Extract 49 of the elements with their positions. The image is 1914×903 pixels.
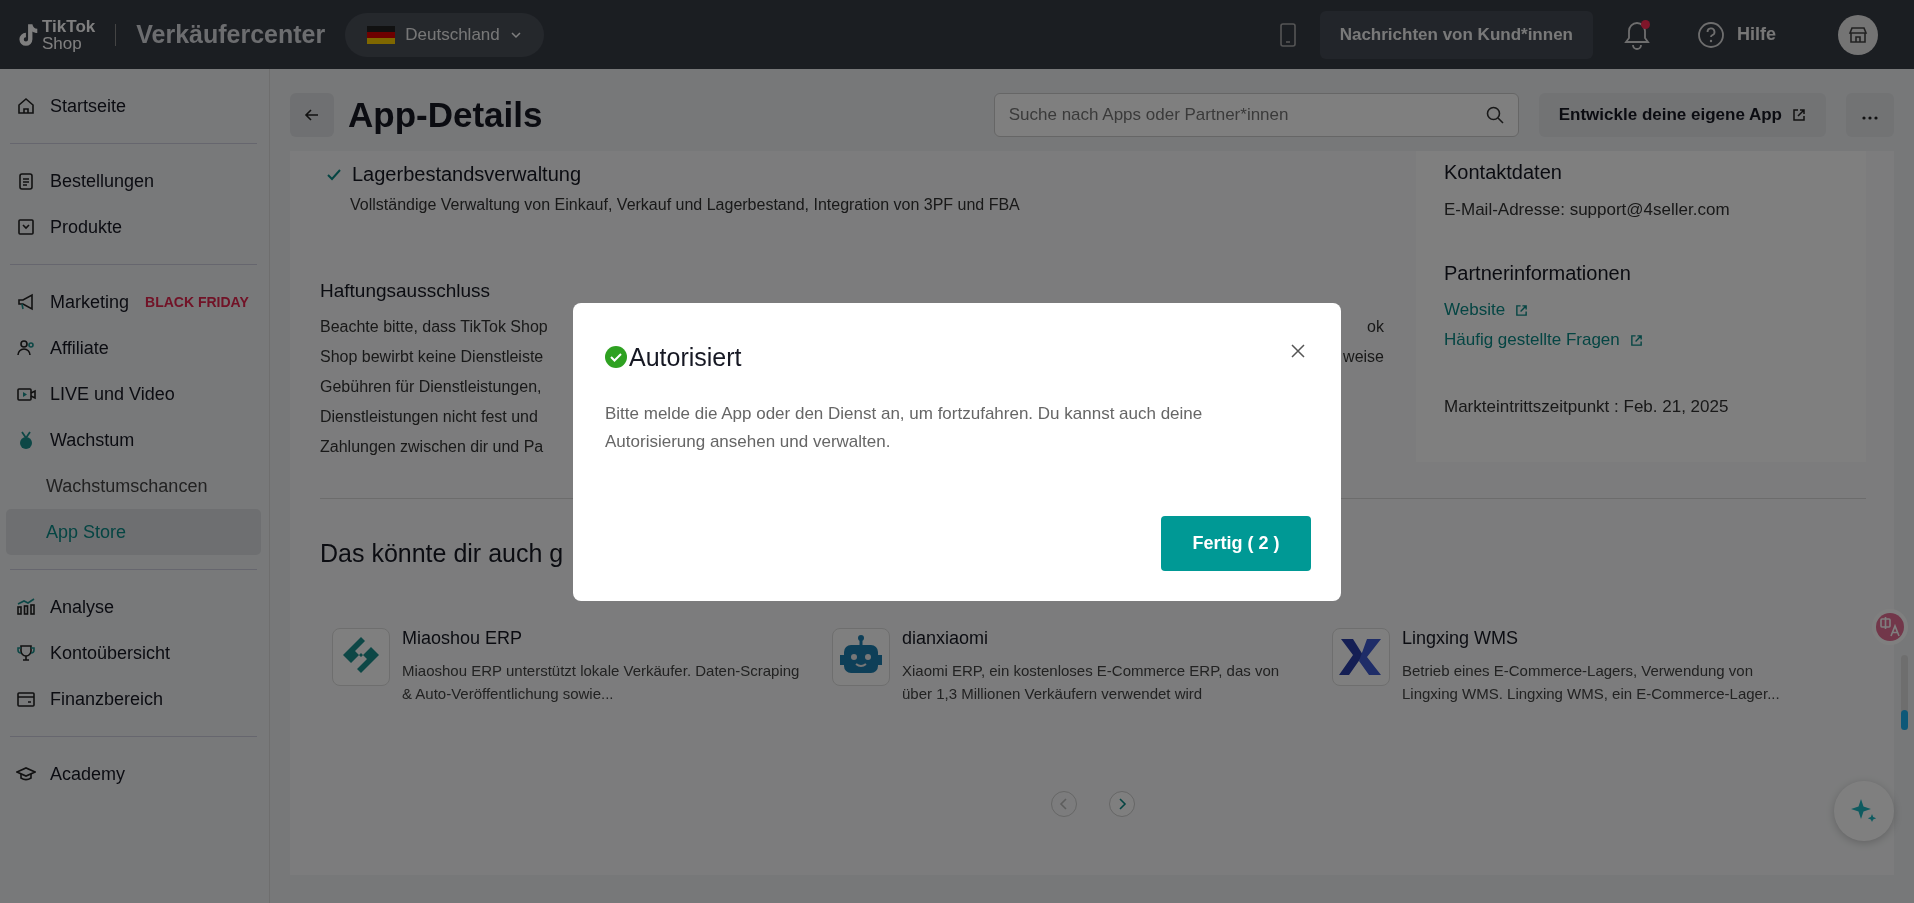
disclaimer-text: weise [1343,347,1384,367]
sidebar-item[interactable]: Kontoübersicht [6,630,261,676]
sidebar-item[interactable]: Finanzbereich [6,676,261,722]
feature-description: Vollständige Verwaltung von Einkauf, Verkauf und Lagerbestand, Integration von 3PF und FBA [350,196,1021,214]
messages-button[interactable]: Nachrichten von Kund*innen [1319,10,1593,59]
logo-text: TikTok [42,17,96,35]
help-button[interactable]: Hilfe [1691,19,1782,50]
sidebar-item[interactable]: Startseite [6,83,261,129]
done-button[interactable]: Fertig ( 2 ) [1161,515,1311,571]
market-entry-date: Markteintrittszeitpunkt : Feb. 21, 2025 [1444,397,1730,417]
partner-link[interactable]: Häufig gestellte Fragen [1444,325,1643,355]
sidebar-item[interactable]: Wachstum [6,417,261,463]
develop-app-button[interactable]: Entwickle deine eigene App [1538,93,1826,137]
logo[interactable]: TikTok Shop [14,17,96,52]
disclaimer-text: Zahlungen zwischen dir und Pa [320,437,544,457]
sidebar-item[interactable]: Marketing BLACK FRIDAY [6,279,261,325]
section-title: Partnerinformationen [1444,262,1632,285]
email-text: E-Mail-Adresse: support@4seller.com [1444,200,1731,220]
sidebar-subitem[interactable]: Wachstumschancen [6,463,261,509]
sidebar-item[interactable]: Academy [6,751,261,797]
disclaimer-text: ok [1367,317,1384,337]
app-title: Verkäufercenter [136,20,326,49]
page-title: App-Details [348,95,543,135]
sidebar-item[interactable]: Affiliate [6,325,261,371]
sidebar-item[interactable]: Analyse [6,584,261,630]
section-title: Haftungsausschluss [320,280,492,302]
sidebar-item[interactable]: Bestellungen [6,158,261,204]
dialog-title: Autorisiert [629,342,742,372]
recommendations-title: Das könnte dir auch g [320,539,564,568]
section-title: Kontaktdaten [1444,161,1563,184]
feature-title: Lagerbestandsverwaltung [352,163,582,186]
disclaimer-text: Gebühren für Dienstleistungen, [320,377,542,397]
app-name[interactable]: Lingxing WMS [1402,628,1812,649]
logo-text: Shop [42,34,83,52]
app-description: Betrieb eines E-Commerce-Lagers, Verwendung von Lingxing WMS. Lingxing WMS, ein E-Commerce-Lager... [1402,661,1781,704]
region-selector[interactable]: Deutschland [345,12,544,57]
disclaimer-text: Shop bewirbt keine Dienstleiste [320,347,544,367]
app-name[interactable]: Miaoshou ERP [402,628,812,649]
partner-link[interactable]: Website [1444,295,1529,325]
promo-label: BLACK FRIDAY [145,294,249,310]
app-name[interactable]: dianxiaomi [902,628,1312,649]
app-description: Miaoshou ERP unterstützt lokale Verkäufer. Daten-Scraping & Auto-Veröffentlichung sowie... [402,661,801,704]
search-field[interactable]: Suche nach Apps oder Partner*innen [993,93,1519,137]
sidebar-item[interactable]: Produkte [6,204,261,250]
disclaimer-text: Beachte bitte, dass TikTok Shop [320,317,548,337]
disclaimer-text: Dienstleistungen nicht fest und [320,407,538,427]
dialog-message: Bitte melde die App oder den Dienst an, um fortzufahren. Du kannst auch deine Autorisierung ansehen und verwalten. [605,402,1204,453]
app-description: Xiaomi ERP, ein kostenloses E-Commerce ERP, das von über 1,3 Millionen Verkäufern verwendet wird [902,661,1281,704]
sidebar-item[interactable]: LIVE und Video [6,371,261,417]
